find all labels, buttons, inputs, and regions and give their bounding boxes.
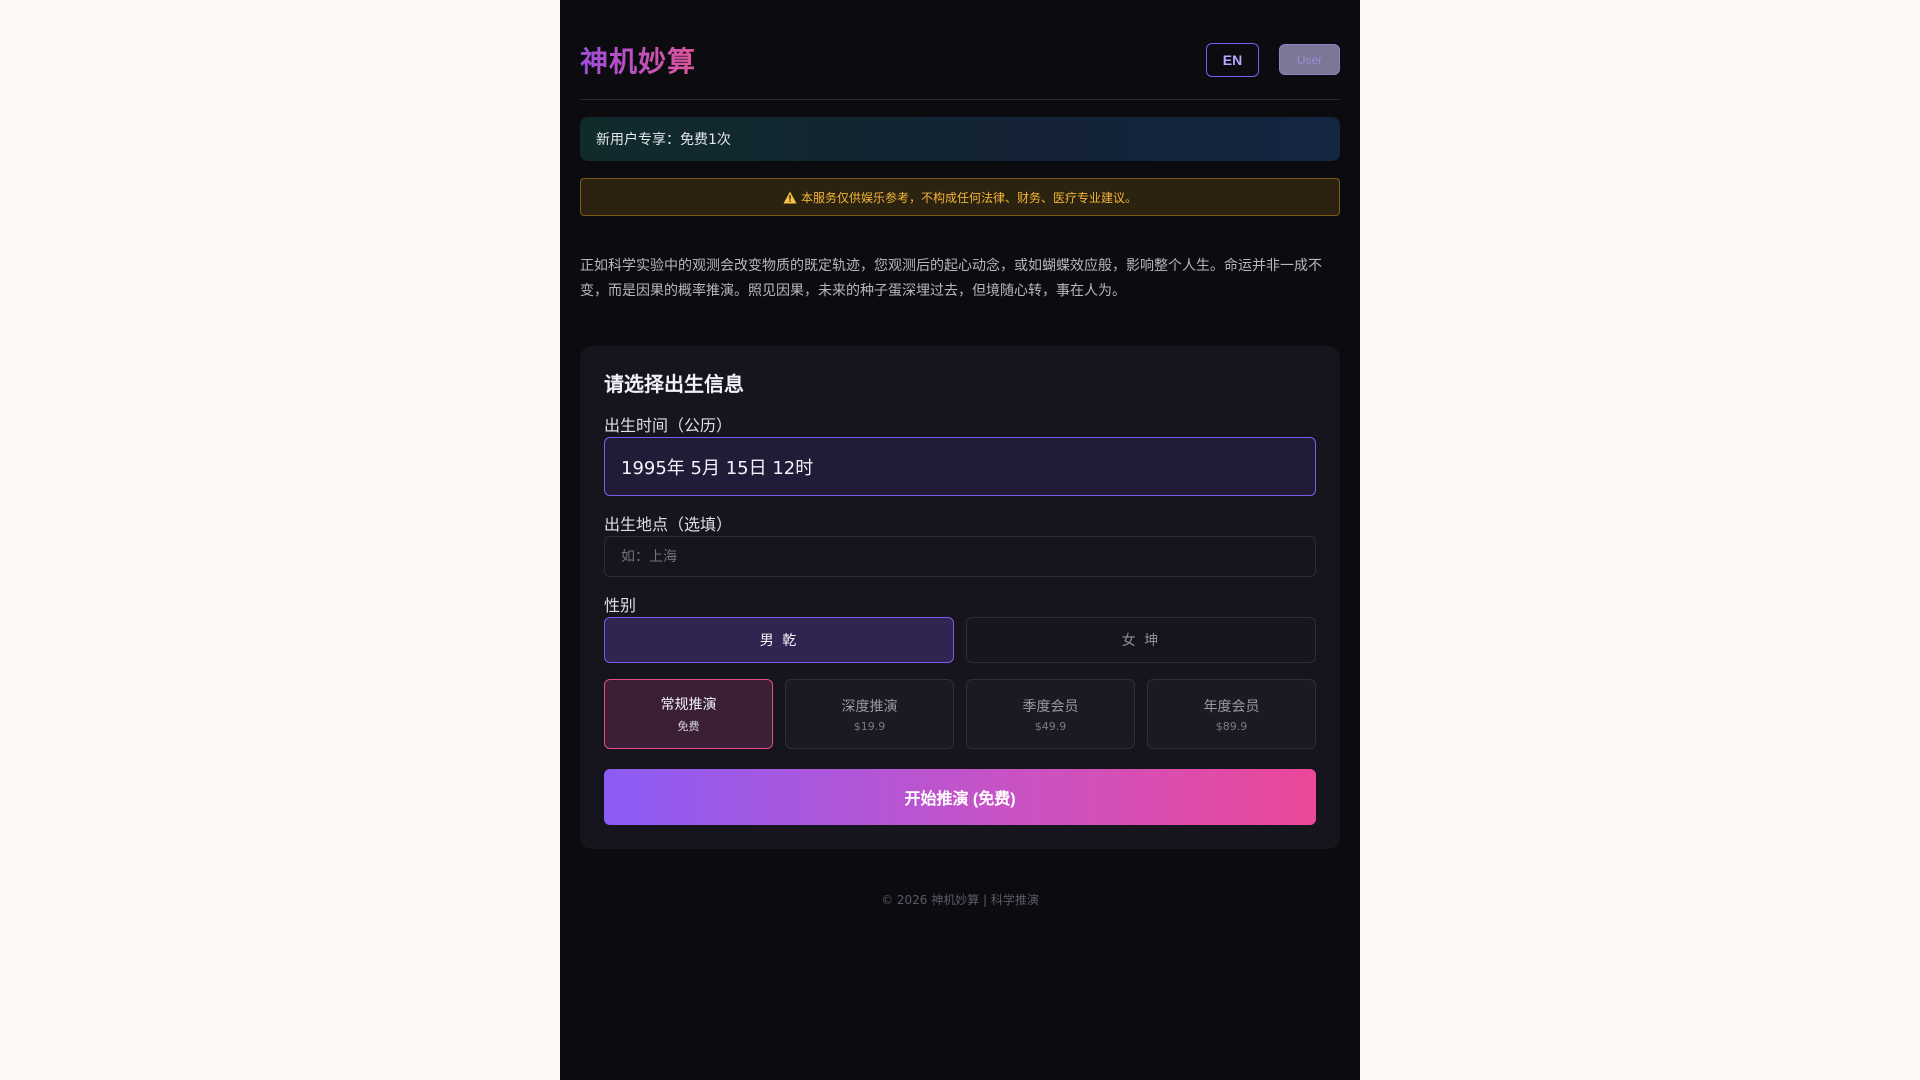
start-button[interactable]: 开始推演 (免费) [604, 769, 1316, 825]
app-logo[interactable]: 神机妙算 [580, 40, 696, 80]
plan-option-yearly[interactable]: 年度会员 $89.9 [1147, 679, 1316, 749]
plan-name: 深度推演 [841, 698, 898, 715]
birth-place-input[interactable] [604, 536, 1316, 577]
form-title: 请选择出生信息 [604, 372, 744, 396]
promo-banner: 新用户专享：免费1次 [580, 117, 1340, 161]
language-toggle-button[interactable]: EN [1206, 42, 1259, 77]
plan-option-regular[interactable]: 常规推演 免费 [604, 679, 773, 749]
plan-name: 常规推演 [660, 697, 717, 713]
gender-option-female[interactable]: 女 坤 [966, 617, 1316, 663]
birth-time-value: 1995年 5月 15日 12时 [621, 457, 814, 479]
app-container: 神机妙算 EN User 新用户专享：免费1次 本服务仅供娱乐参考，不构成任何法… [560, 0, 1360, 1080]
header: 神机妙算 EN User [580, 0, 1340, 100]
plan-price: $89.9 [1215, 719, 1248, 733]
plan-price: $19.9 [853, 719, 886, 733]
copyright-text: © 2026 神机妙算 | 科学推演 [881, 893, 1039, 907]
gender-option-male[interactable]: 男 乾 [604, 617, 954, 663]
birth-place-label: 出生地点（选填） [604, 515, 733, 534]
warning-triangle-icon [783, 191, 797, 203]
user-button[interactable]: User [1279, 44, 1340, 75]
intro-paragraph: 正如科学实验中的观测会改变物质的既定轨迹，您观测后的起心动念，或如蝴蝶效应般，影… [580, 258, 1322, 299]
gender-selector: 男 乾 女 坤 [604, 617, 1316, 663]
header-actions: EN User [1206, 42, 1340, 77]
plan-price: $49.9 [1034, 719, 1067, 733]
birth-time-picker[interactable]: 1995年 5月 15日 12时 [604, 437, 1316, 496]
footer: © 2026 神机妙算 | 科学推演 [580, 891, 1340, 908]
plan-name: 年度会员 [1203, 698, 1260, 715]
disclaimer-banner: 本服务仅供娱乐参考，不构成任何法律、财务、医疗专业建议。 [580, 178, 1340, 216]
birth-time-label: 出生时间（公历） [604, 416, 733, 435]
plan-option-deep[interactable]: 深度推演 $19.9 [785, 679, 954, 749]
plan-price: 免费 [677, 720, 700, 733]
promo-text: 新用户专享：免费1次 [596, 132, 731, 148]
gender-label: 性别 [604, 596, 637, 615]
plan-selector: 常规推演 免费 深度推演 $19.9 季度会员 $49.9 年度会员 $89.9 [604, 679, 1316, 749]
plan-option-quarterly[interactable]: 季度会员 $49.9 [966, 679, 1135, 749]
plan-name: 季度会员 [1022, 698, 1079, 715]
disclaimer-text: 本服务仅供娱乐参考，不构成任何法律、财务、医疗专业建议。 [800, 190, 1137, 205]
birth-info-card: 请选择出生信息 出生时间（公历） 1995年 5月 15日 12时 出生地点（选… [580, 346, 1340, 849]
